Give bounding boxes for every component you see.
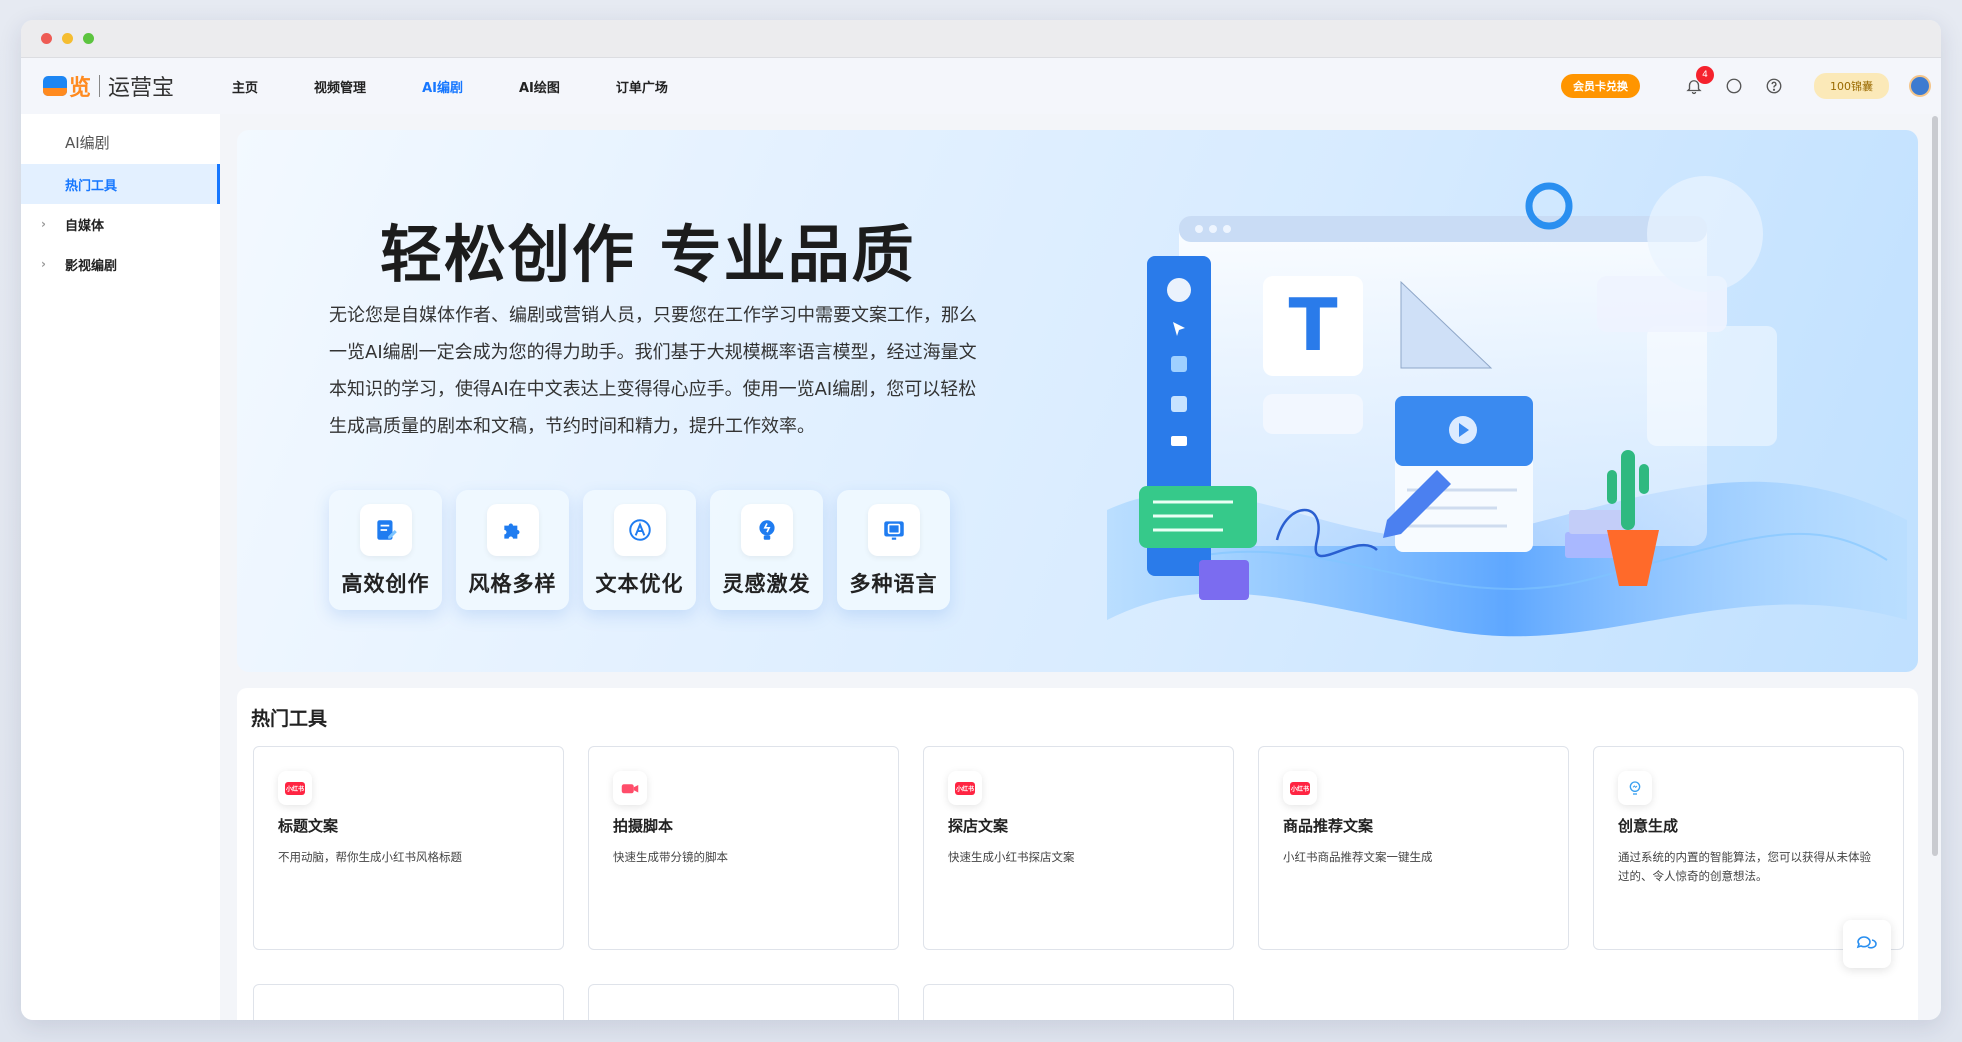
hero-description: 无论您是自媒体作者、编剧或营销人员，只要您在工作学习中需要文案工作，那么一览AI…: [329, 305, 977, 437]
notification-badge: 4: [1696, 66, 1714, 84]
sidebar: AI编剧 热门工具 › 自媒体 › 影视编剧: [21, 114, 220, 1020]
sidebar-title: AI编剧: [65, 134, 110, 152]
xiaohongshu-icon: 小红书: [948, 771, 982, 805]
feature-label: 多种语言: [849, 572, 938, 596]
hero-title: 轻松创作 专业品质: [380, 218, 916, 291]
edit-doc-icon: [359, 504, 412, 556]
nav-item-ai-draw[interactable]: AI绘图: [491, 77, 588, 96]
feature-optimize: 文本优化: [583, 490, 696, 610]
help-icon[interactable]: [1764, 76, 1784, 96]
feature-label: 文本优化: [595, 572, 684, 596]
window-titlebar: [21, 20, 1941, 58]
close-window-button[interactable]: [41, 33, 52, 44]
camera-icon: [613, 771, 647, 805]
feature-efficient: 高效创作: [329, 490, 442, 610]
sidebar-item-hot-tools[interactable]: 热门工具: [21, 164, 220, 204]
nav-item-home[interactable]: 主页: [204, 77, 286, 96]
nav-item-ai-script[interactable]: AI编剧: [394, 77, 491, 96]
tool-card-partial[interactable]: [923, 984, 1234, 1020]
app-window: 览 运营宝 主页 视频管理 AI编剧 AI绘图 订单广场 会员卡兑换 4 100…: [21, 20, 1941, 1020]
hot-tools-heading: 热门工具: [251, 708, 328, 730]
svg-text:T: T: [1288, 283, 1337, 367]
sidebar-item-film-script[interactable]: › 影视编剧: [21, 244, 220, 284]
hot-tools-panel: 热门工具 小红书 标题文案 不用动脑，帮你生成小红书风格标题 拍摄脚本 快速生成…: [237, 688, 1918, 1020]
sidebar-item-label: 自媒体: [65, 218, 105, 234]
chevron-right-icon: ›: [41, 257, 46, 271]
feature-label: 灵感激发: [722, 572, 811, 596]
tool-card-title: 拍摄脚本: [613, 817, 674, 835]
tool-card-title: 创意生成: [1618, 817, 1679, 835]
translate-icon: [867, 504, 920, 556]
logo-mark-text: 览: [69, 76, 92, 101]
user-avatar[interactable]: [1909, 75, 1931, 97]
top-navigation: 览 运营宝 主页 视频管理 AI编剧 AI绘图 订单广场 会员卡兑换 4 100…: [21, 58, 1941, 114]
nav-item-video[interactable]: 视频管理: [286, 77, 394, 96]
tool-card-desc: 通过系统的内置的智能算法，您可以获得从未体验过的、令人惊奇的创意想法。: [1618, 850, 1871, 883]
tool-card-store-visit[interactable]: 小红书 探店文案 快速生成小红书探店文案: [923, 746, 1234, 950]
main-content: 轻松创作 专业品质 无论您是自媒体作者、编剧或营销人员，只要您在工作学习中需要文…: [237, 130, 1918, 1020]
feature-label: 高效创作: [341, 572, 430, 596]
tool-card-partial[interactable]: [588, 984, 899, 1020]
feature-list: 高效创作 风格多样 文本优化 灵感激发 多种语言: [329, 490, 950, 610]
coin-balance[interactable]: 100锦囊: [1814, 73, 1889, 99]
chevron-right-icon: ›: [41, 217, 46, 231]
app-logo[interactable]: 览 运营宝: [43, 70, 174, 102]
text-a-icon: [613, 504, 666, 556]
xiaohongshu-icon: 小红书: [278, 771, 312, 805]
page-scrollbar[interactable]: [1932, 116, 1938, 856]
tool-card-shoot-script[interactable]: 拍摄脚本 快速生成带分镜的脚本: [588, 746, 899, 950]
maximize-window-button[interactable]: [83, 33, 94, 44]
feature-languages: 多种语言: [837, 490, 950, 610]
puzzle-icon: [486, 504, 539, 556]
hero-banner: 轻松创作 专业品质 无论您是自媒体作者、编剧或营销人员，只要您在工作学习中需要文…: [237, 130, 1918, 672]
sidebar-item-self-media[interactable]: › 自媒体: [21, 204, 220, 244]
minimize-window-button[interactable]: [62, 33, 73, 44]
tool-card-desc: 不用动脑，帮你生成小红书风格标题: [278, 850, 462, 864]
feature-label: 风格多样: [468, 572, 557, 596]
sidebar-item-label: 热门工具: [65, 178, 118, 194]
tool-card-title-copy[interactable]: 小红书 标题文案 不用动脑，帮你生成小红书风格标题: [253, 746, 564, 950]
tool-card-desc: 快速生成带分镜的脚本: [613, 850, 728, 864]
idea-bulb-icon: [1618, 771, 1652, 805]
member-card-button[interactable]: 会员卡兑换: [1561, 74, 1640, 98]
feature-inspire: 灵感激发: [710, 490, 823, 610]
tool-card-title: 标题文案: [278, 817, 339, 835]
logo-name: 运营宝: [108, 76, 175, 101]
feature-styles: 风格多样: [456, 490, 569, 610]
xiaohongshu-icon: 小红书: [1283, 771, 1317, 805]
tool-card-title: 探店文案: [948, 817, 1009, 835]
hero-illustration: T: [1107, 176, 1907, 637]
tool-card-title: 商品推荐文案: [1283, 817, 1374, 835]
chat-bubbles-icon: [1856, 936, 1877, 949]
message-icon[interactable]: [1724, 76, 1744, 96]
sidebar-item-label: 影视编剧: [65, 258, 118, 274]
tool-card-desc: 小红书商品推荐文案一键生成: [1283, 850, 1433, 864]
tool-card-desc: 快速生成小红书探店文案: [948, 850, 1075, 864]
logo-divider: [99, 75, 101, 97]
bulb-icon: [740, 504, 793, 556]
customer-service-button[interactable]: [1843, 920, 1891, 968]
logo-mark-icon: [43, 76, 67, 96]
tool-card-product-recommend[interactable]: 小红书 商品推荐文案 小红书商品推荐文案一键生成: [1258, 746, 1569, 950]
tool-card-partial[interactable]: [253, 984, 564, 1020]
nav-item-orders[interactable]: 订单广场: [588, 77, 696, 96]
bell-icon[interactable]: 4: [1684, 66, 1714, 96]
